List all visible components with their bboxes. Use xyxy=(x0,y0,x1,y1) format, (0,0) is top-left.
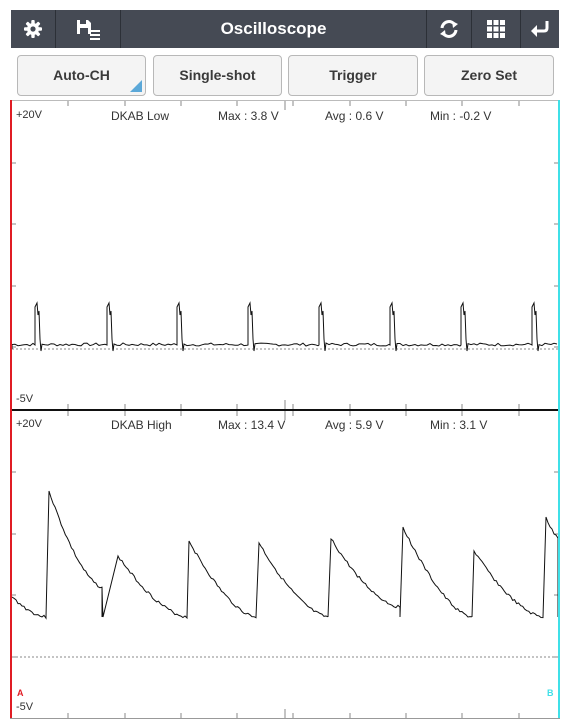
cursor-b-marker: B xyxy=(547,688,554,698)
refresh-icon xyxy=(440,20,458,38)
grid-icon xyxy=(487,20,505,38)
channel-high-bottom-scale: -5V xyxy=(16,701,34,713)
channel-low-max: Max : 3.8 V xyxy=(218,109,279,123)
channel-high-name: DKAB High xyxy=(111,418,172,432)
channel-low-graph xyxy=(12,101,558,409)
channel-low-panel[interactable]: +20V DKAB Low Max : 3.8 V Avg : 0.6 V Mi… xyxy=(12,101,558,409)
channel-high-top-scale: +20V xyxy=(16,418,42,430)
channel-low-name: DKAB Low xyxy=(111,109,170,123)
dropdown-corner-icon xyxy=(130,80,142,92)
title-bar: Oscilloscope xyxy=(11,10,559,48)
channel-low-trace xyxy=(12,301,558,352)
back-button[interactable] xyxy=(521,10,559,48)
cursor-a-marker: A xyxy=(17,688,24,698)
refresh-button[interactable] xyxy=(427,10,471,48)
trigger-label: Trigger xyxy=(329,67,377,83)
channel-high-min: Min : 3.1 V xyxy=(430,418,488,432)
channel-high-trace xyxy=(12,490,558,620)
back-icon xyxy=(531,21,549,37)
channel-high-max: Max : 13.4 V xyxy=(218,418,286,432)
zero-set-button[interactable]: Zero Set xyxy=(424,55,554,96)
auto-ch-label: Auto-CH xyxy=(53,67,110,83)
channel-low-top-scale: +20V xyxy=(16,109,42,121)
channel-high-graph xyxy=(12,411,558,718)
channel-low-min: Min : -0.2 V xyxy=(430,109,492,123)
single-shot-label: Single-shot xyxy=(179,67,256,83)
channel-high-panel[interactable]: +20V DKAB High Max : 13.4 V Avg : 5.9 V … xyxy=(12,411,558,718)
channel-low-bottom-scale: -5V xyxy=(16,393,34,405)
save-list-icon xyxy=(77,20,100,40)
channel-low-avg: Avg : 0.6 V xyxy=(325,109,384,123)
channel-high-avg: Avg : 5.9 V xyxy=(325,418,384,432)
grid-button[interactable] xyxy=(472,10,520,48)
auto-ch-button[interactable]: Auto-CH xyxy=(17,55,146,96)
gear-icon xyxy=(24,20,42,38)
page-title: Oscilloscope xyxy=(220,19,327,38)
cursor-b-line[interactable] xyxy=(558,100,560,718)
zero-set-label: Zero Set xyxy=(460,67,517,83)
settings-button[interactable] xyxy=(11,10,55,48)
single-shot-button[interactable]: Single-shot xyxy=(153,55,282,96)
save-button[interactable] xyxy=(56,10,120,48)
cursor-a-line[interactable] xyxy=(10,100,12,718)
trigger-button[interactable]: Trigger xyxy=(288,55,418,96)
scope-bottom-border xyxy=(10,718,560,719)
